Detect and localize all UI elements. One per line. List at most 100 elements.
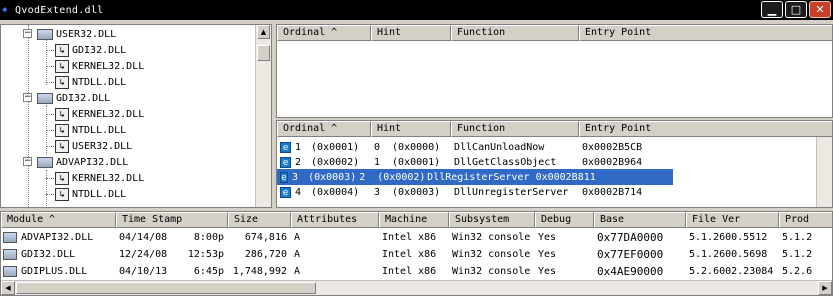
- export-row[interactable]: e 3 (0x0003) 2 (0x0002) DllRegisterServer 0x00…: [277, 169, 673, 185]
- col-prod-ver[interactable]: Prod: [779, 212, 832, 228]
- window-title: QvodExtend.dll: [15, 4, 104, 16]
- collapse-toggle-icon[interactable]: −: [23, 93, 32, 102]
- export-entry-point: 0x0002B5CB: [582, 141, 643, 153]
- col-base[interactable]: Base: [594, 212, 686, 228]
- export-entry-point: 0x0002B811: [535, 171, 596, 183]
- exports-header: Ordinal ^ Hint Function Entry Point: [277, 121, 832, 137]
- tree-item[interactable]: ↳ KERNEL32.DLL: [55, 170, 144, 186]
- module-icon: [3, 248, 17, 260]
- col-size[interactable]: Size: [228, 212, 291, 228]
- module-time: 12:53p: [187, 248, 224, 260]
- exports-list[interactable]: Ordinal ^ Hint Function Entry Point e 1 (0…: [276, 120, 833, 208]
- tree-item[interactable]: ↳ GDI32.DLL: [55, 42, 126, 58]
- module-tree[interactable]: ▲ − USER32.DLL ↳ GDI32.DLL ↳ KERNEL32.DLL ↳ NTD…: [0, 24, 272, 208]
- export-hint-hex: (0x0000): [392, 141, 441, 153]
- tree-item[interactable]: ↳ NTDLL.DLL: [55, 186, 126, 202]
- module-cell-machine: Intel x86: [382, 265, 437, 277]
- col-attributes[interactable]: Attributes: [291, 212, 379, 228]
- collapse-toggle-icon[interactable]: −: [23, 157, 32, 166]
- export-ordinal-cell: e 3 (0x0003): [277, 171, 356, 183]
- module-icon: [3, 265, 17, 277]
- module-cell-time: 04/10/13 6:45p: [116, 266, 228, 277]
- col-function[interactable]: Function: [451, 25, 579, 41]
- module-row[interactable]: GDI32.DLL 12/24/08 12:53p 286,720 A Intel x86…: [1, 246, 832, 262]
- export-ordinal-cell: e 4 (0x0004): [277, 186, 371, 198]
- col-time-stamp[interactable]: Time Stamp: [116, 212, 228, 228]
- col-function[interactable]: Function: [451, 121, 579, 137]
- tree-item-label: ADVAPI32.DLL: [56, 156, 129, 168]
- minimize-button[interactable]: ▁: [761, 1, 783, 18]
- export-function-icon: e: [280, 186, 291, 198]
- module-icon: [37, 28, 53, 40]
- tree-item[interactable]: GDI32.DLL: [37, 90, 110, 106]
- module-cell-debug: Yes: [538, 231, 557, 243]
- module-cell-module: ADVAPI32.DLL: [1, 231, 116, 243]
- tree-scrollbar[interactable]: ▲: [255, 25, 271, 207]
- export-row[interactable]: e 4 (0x0004) 3 (0x0003) DllUnregisterServer 0x…: [277, 184, 817, 200]
- tree-item[interactable]: USER32.DLL: [37, 26, 116, 42]
- tree-item[interactable]: ADVAPI32.DLL: [37, 154, 128, 170]
- module-cell-module: GDIPLUS.DLL: [1, 265, 116, 277]
- scroll-left-arrow-icon[interactable]: ◀: [1, 281, 15, 295]
- col-module[interactable]: Module ^: [1, 212, 116, 228]
- col-ordinal[interactable]: Ordinal ^: [277, 121, 371, 137]
- tree-item[interactable]: ↳ NTDLL.DLL: [55, 122, 126, 138]
- tree-item[interactable]: ↳ KERNEL32.DLL: [55, 58, 144, 74]
- module-cell-attr: A: [294, 265, 301, 277]
- module-cell-time: 12/24/08 12:53p: [116, 249, 228, 260]
- export-row[interactable]: e 1 (0x0001) 0 (0x0000) DllCanUnloadNow 0x0002…: [277, 139, 817, 155]
- tree-item[interactable]: ↳ KERNEL32.DLL: [55, 106, 144, 122]
- scroll-thumb[interactable]: [16, 282, 316, 294]
- module-row[interactable]: GDIPLUS.DLL 04/10/13 6:45p 1,748,992 A Intel …: [1, 263, 832, 279]
- module-row[interactable]: ADVAPI32.DLL 04/14/08 8:00p 674,816 A Intel x…: [1, 229, 832, 245]
- imports-list[interactable]: Ordinal ^ Hint Function Entry Point: [276, 24, 833, 118]
- import-module-icon: ↳: [55, 75, 69, 89]
- modules-list[interactable]: Module ^ Time Stamp Size Attributes Mach…: [0, 211, 833, 296]
- col-debug[interactable]: Debug: [535, 212, 594, 228]
- col-subsystem[interactable]: Subsystem: [449, 212, 535, 228]
- export-hint-hex: (0x0003): [392, 186, 441, 198]
- export-hint-cell: 1 (0x0001): [371, 157, 451, 168]
- module-date: 12/24/08: [119, 248, 168, 260]
- export-function: DllRegisterServer: [427, 171, 530, 183]
- import-module-icon: ↳: [55, 187, 69, 201]
- col-machine[interactable]: Machine: [379, 212, 449, 228]
- import-module-icon: ↳: [55, 107, 69, 121]
- module-icon: [37, 156, 53, 168]
- tree-item[interactable]: ↳ NTDLL.DLL: [55, 74, 126, 90]
- col-hint[interactable]: Hint: [371, 25, 451, 41]
- module-icon: [37, 92, 53, 104]
- export-row[interactable]: e 2 (0x0002) 1 (0x0001) DllGetClassObject 0x00…: [277, 154, 817, 170]
- export-ordinal: 4: [295, 186, 302, 198]
- module-cell-prod: 5.1.2: [782, 248, 813, 260]
- collapse-toggle-icon[interactable]: −: [23, 29, 32, 38]
- scroll-right-arrow-icon[interactable]: ▶: [818, 281, 832, 295]
- exports-scrollbar[interactable]: [816, 137, 832, 207]
- module-cell-base: 0x77EF0000: [597, 247, 664, 261]
- tree-item[interactable]: ↳ USER32.DLL: [55, 138, 132, 154]
- scroll-up-arrow-icon[interactable]: ▲: [257, 25, 270, 39]
- export-ordinal: 1: [295, 141, 302, 153]
- import-module-icon: ↳: [55, 123, 69, 137]
- col-file-ver[interactable]: File Ver: [686, 212, 779, 228]
- module-cell-attr: A: [294, 231, 301, 243]
- export-hint-hex: (0x0002): [377, 171, 425, 183]
- modules-hscrollbar[interactable]: ◀ ▶: [1, 280, 832, 295]
- col-hint[interactable]: Hint: [371, 121, 451, 137]
- col-entry-point[interactable]: Entry Point: [579, 25, 832, 41]
- maximize-button[interactable]: □: [785, 1, 807, 18]
- main-window: ◆ QvodExtend.dll ▁ □ ✕ ▲ − USER32.DLL ↳ GDI…: [0, 0, 833, 296]
- module-icon: [3, 231, 17, 243]
- export-ordinal-hex: (0x0004): [311, 186, 360, 198]
- module-date: 04/10/13: [119, 265, 168, 277]
- col-ordinal[interactable]: Ordinal ^: [277, 25, 371, 41]
- module-time: 6:45p: [193, 265, 224, 277]
- export-hint: 3: [374, 186, 381, 198]
- title-bar[interactable]: ◆ QvodExtend.dll ▁ □ ✕: [0, 0, 833, 20]
- scroll-thumb[interactable]: [257, 45, 270, 61]
- export-ordinal-cell: e 2 (0x0002): [277, 156, 371, 168]
- export-hint-cell: 2 (0x0002): [356, 172, 424, 183]
- close-button[interactable]: ✕: [809, 1, 831, 18]
- col-entry-point[interactable]: Entry Point: [579, 121, 832, 137]
- module-cell-machine: Intel x86: [382, 248, 437, 260]
